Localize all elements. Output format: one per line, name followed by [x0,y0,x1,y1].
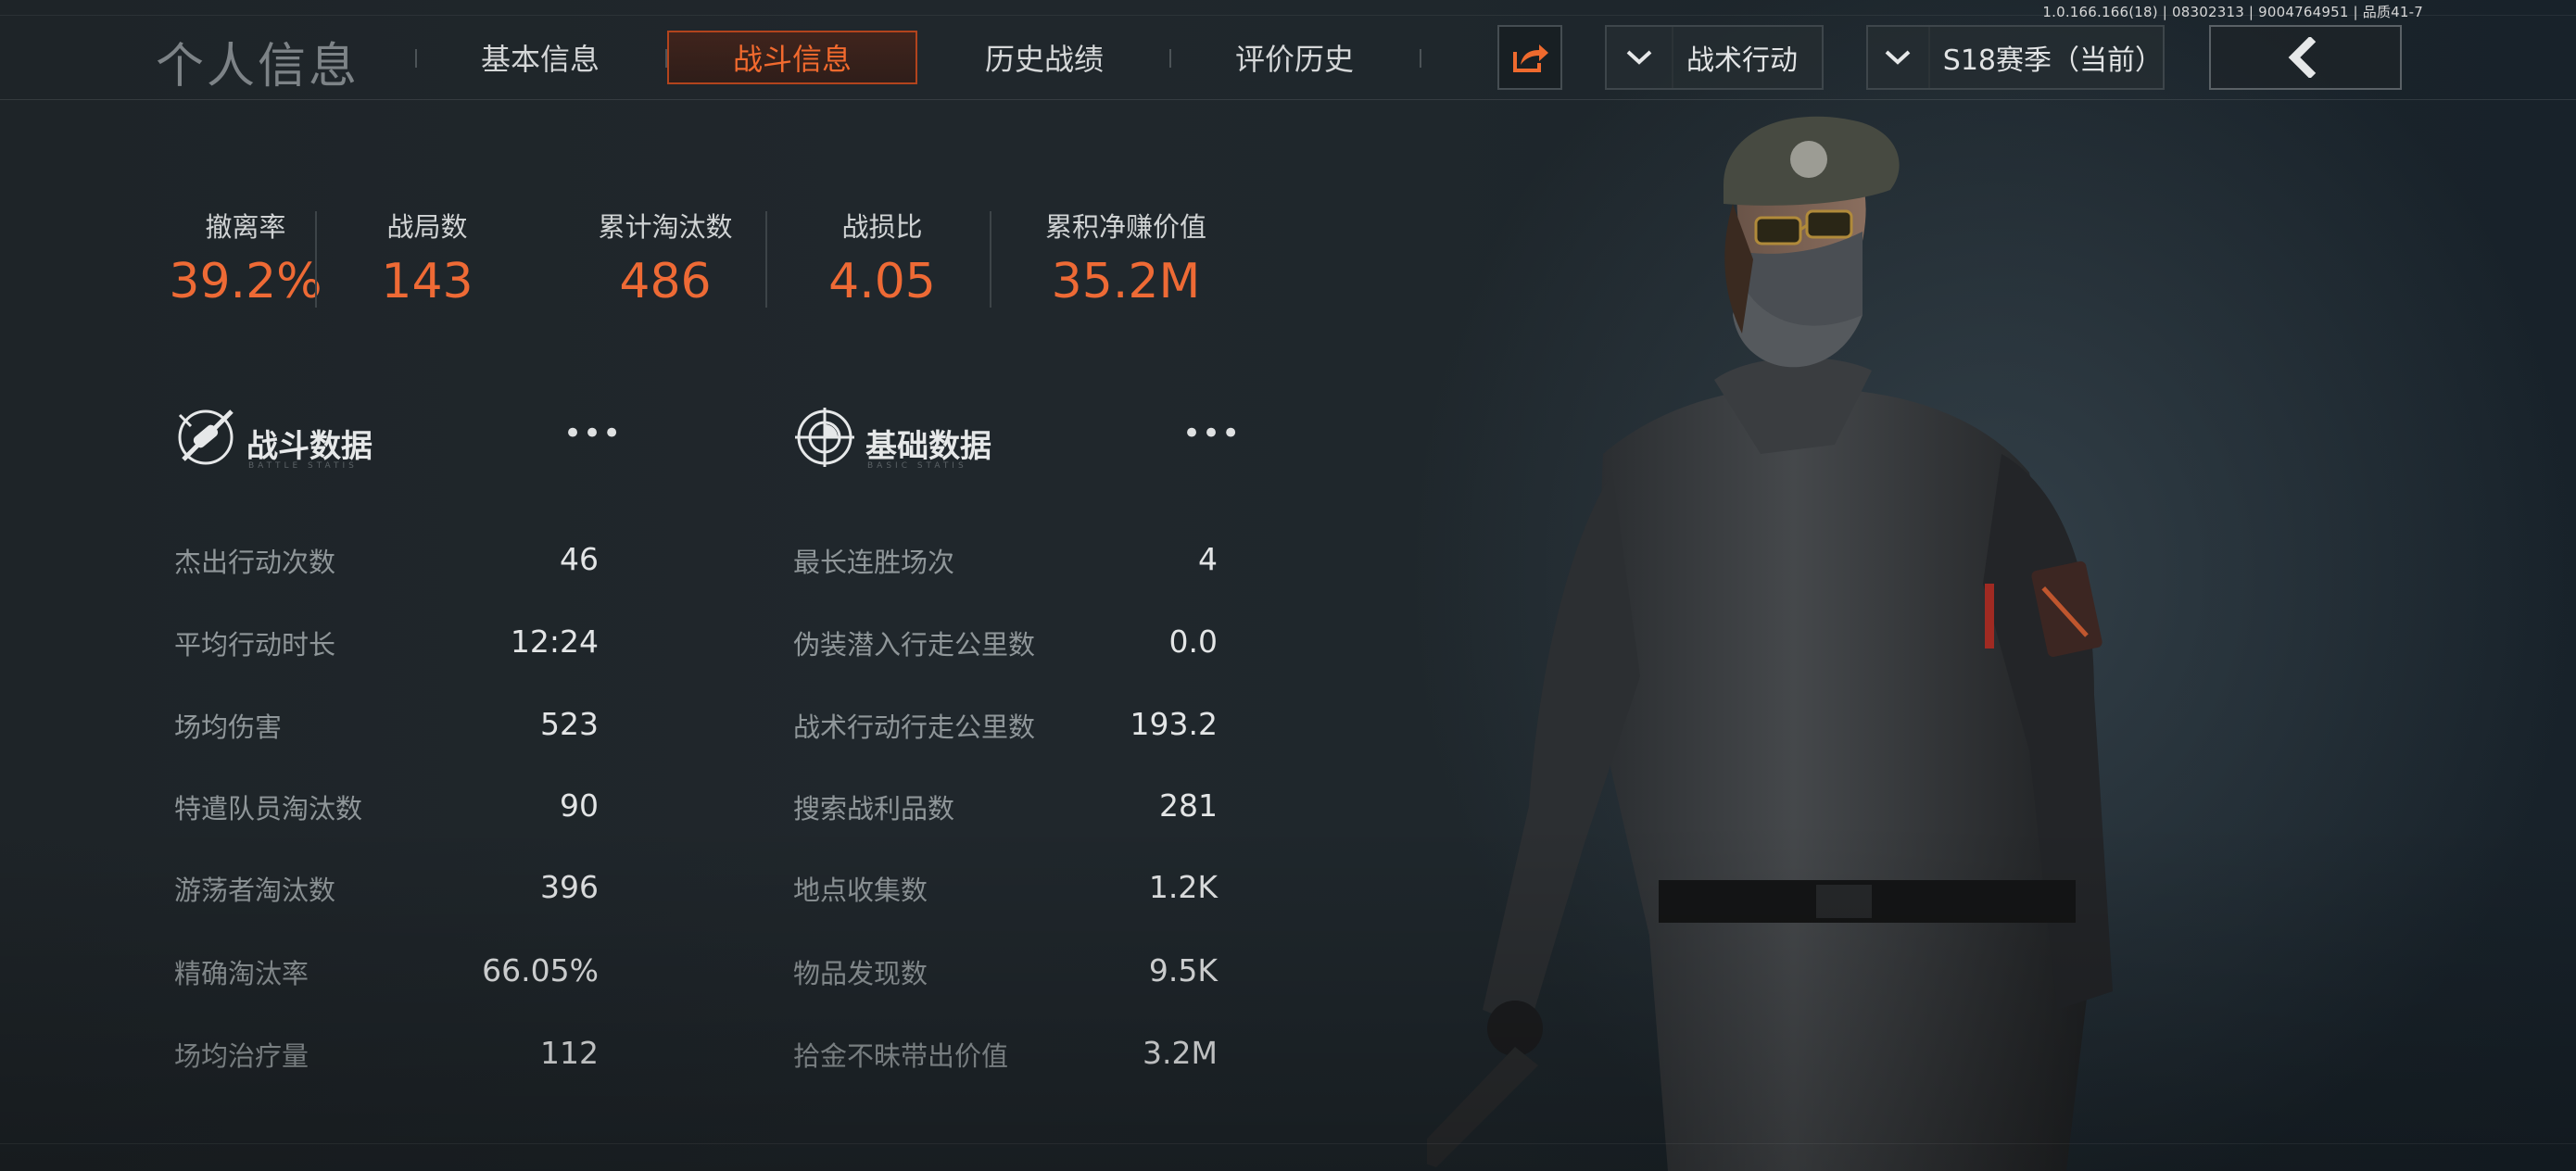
chevron-left-icon [2288,37,2317,78]
stat-value: 4 [1198,541,1218,577]
crosshair-icon [795,408,854,467]
section-title: 战斗数据 [246,428,373,465]
stat-value: 90 [560,787,599,824]
tab-history-record[interactable]: 历史战绩 [919,31,1169,84]
stat-label: 物品发现数 [793,958,928,989]
crossed-bullet-icon [178,409,234,465]
season-dropdown-label: S18赛季（当前） [1942,44,2163,77]
stat-value: 66.05% [482,952,599,988]
more-options-button[interactable]: ••• [1182,418,1241,449]
stat-label: 精确淘汰率 [174,958,309,989]
stat-row: 物品发现数 9.5K [793,952,1218,1008]
stat-value: 12:24 [510,623,599,660]
stat-label: 场均治疗量 [174,1040,309,1072]
stat-row: 平均行动时长 12:24 [174,623,599,679]
stat-label: 拾金不昧带出价值 [793,1040,1009,1072]
stat-row: 特遣队员淘汰数 90 [174,787,599,843]
stat-row: 场均伤害 523 [174,706,599,762]
stat-label: 地点收集数 [793,875,928,906]
summary-label: 累积净赚价值 [1044,211,1206,243]
summary-value: 486 [619,254,712,309]
stat-value: 396 [540,869,599,905]
section-subtitle: BATTLE STATIS [248,461,358,471]
summary-divider [990,211,991,308]
summary-value: 4.05 [828,254,936,309]
season-dropdown[interactable]: S18赛季（当前） [1866,25,2165,90]
summary-divider [765,211,767,308]
summary-value: 35.2M [1051,254,1201,309]
stat-row: 战术行动行走公里数 193.2 [793,706,1218,762]
summary-value: 143 [381,254,474,309]
stat-value: 1.2K [1148,869,1218,905]
stat-label: 搜索战利品数 [793,793,955,825]
stat-label: 场均伤害 [174,711,283,743]
summary-label: 撤离率 [205,211,286,243]
stat-row: 伪装潜入行走公里数 0.0 [793,623,1218,679]
section-subtitle: BASIC STATIS [867,461,967,471]
stat-label: 游荡者淘汰数 [174,875,336,906]
mode-dropdown-label: 战术行动 [1686,44,1798,77]
back-button[interactable] [2209,25,2402,90]
summary-label: 累计淘汰数 [598,211,733,243]
top-nav-bar: 个人信息 基本信息 战斗信息 历史战绩 评价历史 战术行动 S18赛季（当前） [0,15,2576,100]
tab-battle-info[interactable]: 战斗信息 [667,31,917,84]
summary-value: 39.2% [169,254,322,309]
stat-value: 193.2 [1130,706,1218,742]
chevron-down-icon [1868,27,1930,88]
stat-value: 523 [540,706,599,742]
tab-basic-info[interactable]: 基本信息 [415,31,665,84]
stat-row: 游荡者淘汰数 396 [174,869,599,925]
summary-divider [315,211,317,308]
chevron-down-icon [1607,27,1673,88]
stat-value: 0.0 [1168,623,1218,660]
stat-row: 杰出行动次数 46 [174,541,599,597]
stat-label: 杰出行动次数 [174,547,336,578]
game-screen: 1.0.166.166(18) | 08302313 | 9004764951 … [0,0,2576,1171]
tab-rating-history[interactable]: 评价历史 [1169,31,1420,84]
stat-label: 平均行动时长 [174,629,336,661]
page-title: 个人信息 [156,39,360,94]
stat-label: 最长连胜场次 [793,547,955,578]
stat-row: 精确淘汰率 66.05% [174,952,599,1008]
stat-row: 搜索战利品数 281 [793,787,1218,843]
stat-value: 9.5K [1148,952,1218,988]
summary-item: 战局数 143 [330,206,524,309]
bottom-divider [0,1143,2576,1144]
stat-row: 地点收集数 1.2K [793,869,1218,925]
stat-row: 场均治疗量 112 [174,1035,599,1090]
stat-label: 特遣队员淘汰数 [174,793,363,825]
operator-character-model [1427,116,2113,1171]
summary-item: 撤离率 39.2% [148,206,343,309]
stat-row: 最长连胜场次 4 [793,541,1218,597]
stat-row: 拾金不昧带出价值 3.2M [793,1035,1218,1090]
share-icon [1513,44,1548,72]
summary-item: 累积净赚价值 35.2M [1010,206,1242,309]
stat-value: 3.2M [1143,1035,1218,1071]
section-title: 基础数据 [865,428,991,465]
stat-label: 战术行动行走公里数 [793,711,1036,743]
stat-value: 112 [540,1035,599,1071]
share-button[interactable] [1497,25,1562,90]
summary-item: 战损比 4.05 [780,206,984,309]
stat-value: 281 [1159,787,1218,824]
mode-dropdown[interactable]: 战术行动 [1605,25,1824,90]
summary-item: 累计淘汰数 486 [556,206,775,309]
summary-label: 战损比 [841,211,923,243]
stat-label: 伪装潜入行走公里数 [793,629,1036,661]
stat-value: 46 [560,541,599,577]
tab-divider [1420,49,1421,68]
summary-label: 战局数 [386,211,468,243]
more-options-button[interactable]: ••• [563,418,622,449]
